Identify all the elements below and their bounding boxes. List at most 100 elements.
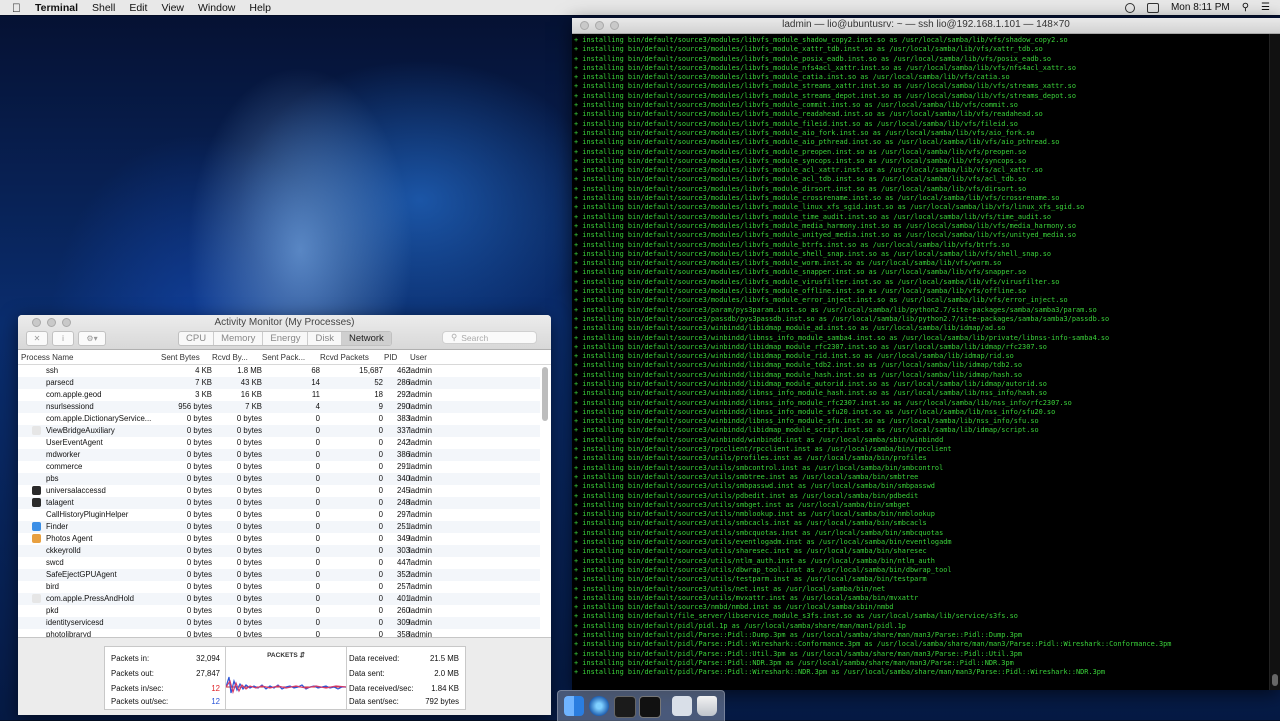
cell-rcvd: 0 bytes — [236, 462, 262, 471]
column-sent-packets[interactable]: Sent Pack... — [262, 353, 305, 362]
apple-menu-icon[interactable]:  — [12, 1, 21, 15]
table-row[interactable]: SafeEjectGPUAgent 0 bytes 0 bytes 0 0 352 ladm… — [18, 569, 540, 581]
terminal-line: + installing bin/default/file_server/lib… — [574, 612, 1018, 621]
cell-rcvd: 0 bytes — [236, 426, 262, 435]
table-row[interactable]: pkd 0 bytes 0 bytes 0 0 260 ladmin — [18, 605, 540, 617]
display-mirroring-icon[interactable] — [1146, 2, 1159, 13]
cell-user: ladmin — [409, 582, 432, 591]
trash-icon[interactable] — [697, 696, 717, 716]
dock — [557, 690, 725, 721]
terminal-line: + installing bin/default/source3/winbind… — [574, 370, 1023, 379]
tab-memory[interactable]: Memory — [214, 332, 264, 345]
process-table-scrollbar[interactable] — [542, 367, 548, 421]
downloads-stack-dock-icon[interactable] — [672, 696, 692, 716]
table-row[interactable]: parsecd 7 KB 43 KB 14 52 286 ladmin — [18, 377, 540, 389]
column-user[interactable]: User — [410, 353, 427, 362]
terminal-line: + installing bin/default/source3/utils/s… — [574, 463, 944, 472]
notification-center-icon[interactable]: ☰ — [1261, 2, 1270, 13]
cell-rcvdp: 0 — [378, 462, 383, 471]
menu-edit[interactable]: Edit — [129, 2, 147, 14]
table-row[interactable]: CallHistoryPluginHelper 0 bytes 0 bytes 0 0 2… — [18, 509, 540, 521]
table-row[interactable]: ckkeyrolld 0 bytes 0 bytes 0 0 303 ladmin — [18, 545, 540, 557]
activity-monitor-dock-icon[interactable] — [614, 696, 636, 718]
finder-dock-icon[interactable] — [564, 696, 584, 716]
search-icon: ⚲ — [451, 332, 458, 342]
clock[interactable]: Mon 8:11 PM — [1171, 2, 1230, 13]
terminal-line: + installing bin/default/source3/utils/n… — [574, 584, 886, 593]
terminal-line: + installing bin/default/source3/utils/p… — [574, 491, 919, 500]
cell-sent: 0 bytes — [186, 438, 212, 447]
tab-cpu[interactable]: CPU — [179, 332, 215, 345]
tab-disk[interactable]: Disk — [308, 332, 342, 345]
terminal-line: + installing bin/default/source3/modules… — [574, 73, 1010, 82]
table-row[interactable]: swcd 0 bytes 0 bytes 0 0 447 ladmin — [18, 557, 540, 569]
view-tabs: CPU Memory Energy Disk Network — [178, 331, 392, 346]
cell-rcvdp: 0 — [378, 426, 383, 435]
tab-network[interactable]: Network — [341, 332, 391, 345]
cell-rcvd: 0 bytes — [236, 630, 262, 637]
table-row[interactable]: com.apple.geod 3 KB 16 KB 11 18 292 ladmin — [18, 389, 540, 401]
table-row[interactable]: identityservicesd 0 bytes 0 bytes 0 0 309 ladm… — [18, 617, 540, 629]
terminal-line: + installing bin/default/source3/modules… — [574, 147, 1027, 156]
cell-sent: 0 bytes — [186, 522, 212, 531]
menu-view[interactable]: View — [161, 2, 184, 14]
cell-rcvd: 0 bytes — [236, 486, 262, 495]
packets-out-label: Packets out: — [111, 669, 154, 678]
table-row[interactable]: photolibraryd 0 bytes 0 bytes 0 0 358 ladmin — [18, 629, 540, 637]
tab-energy[interactable]: Energy — [263, 332, 309, 345]
table-row[interactable]: ssh 4 KB 1.8 MB 68 15,687 462 ladmin — [18, 365, 540, 377]
quit-process-button[interactable]: ✕ — [26, 331, 48, 346]
table-row[interactable]: pbs 0 bytes 0 bytes 0 0 340 ladmin — [18, 473, 540, 485]
terminal-scroll-thumb[interactable] — [1272, 674, 1278, 686]
terminal-line: + installing bin/default/pidl/Parse::Pid… — [574, 658, 1014, 667]
terminal-line: + installing bin/default/source3/utils/s… — [574, 528, 944, 537]
column-rcvd-bytes[interactable]: Rcvd By... — [212, 353, 248, 362]
table-row[interactable]: commerce 0 bytes 0 bytes 0 0 291 ladmin — [18, 461, 540, 473]
action-menu-button[interactable]: ⚙▾ — [78, 331, 106, 346]
cell-name: photolibraryd — [46, 630, 92, 637]
terminal-scrollbar[interactable] — [1269, 34, 1280, 690]
table-row[interactable]: ViewBridgeAuxiliary 0 bytes 0 bytes 0 0 337 la… — [18, 425, 540, 437]
table-row[interactable]: com.apple.PressAndHold 0 bytes 0 bytes 0 0 40… — [18, 593, 540, 605]
table-header: Process Name Sent Bytes Rcvd By... Sent … — [18, 350, 551, 365]
search-field[interactable]: ⚲ Search — [442, 331, 537, 344]
app-icon — [32, 522, 41, 531]
cell-name: Photos Agent — [46, 534, 93, 543]
menu-window[interactable]: Window — [198, 2, 235, 14]
cell-user: ladmin — [409, 558, 432, 567]
stop-icon: ✕ — [33, 334, 41, 343]
safari-dock-icon[interactable] — [589, 696, 609, 716]
terminal-line: + installing bin/default/source3/modules… — [574, 101, 1018, 110]
table-row[interactable]: bird 0 bytes 0 bytes 0 0 257 ladmin — [18, 581, 540, 593]
menu-shell[interactable]: Shell — [92, 2, 115, 14]
app-icon — [32, 594, 41, 603]
terminal-title-bar[interactable]: ladmin — lio@ubuntusrv: ~ — ssh lio@192.… — [572, 18, 1280, 34]
cell-rcvdp: 0 — [378, 546, 383, 555]
table-row[interactable]: Finder 0 bytes 0 bytes 0 0 251 ladmin — [18, 521, 540, 533]
column-rcvd-packets[interactable]: Rcvd Packets — [320, 353, 369, 362]
cell-rcvd: 7 KB — [245, 402, 262, 411]
terminal-dock-icon[interactable] — [639, 696, 661, 718]
record-status-icon[interactable] — [1124, 2, 1135, 13]
menu-app-terminal[interactable]: Terminal — [35, 2, 78, 14]
activity-monitor-toolbar[interactable]: Activity Monitor (My Processes) ✕ i ⚙▾ C… — [18, 315, 551, 350]
table-row[interactable]: nsurlsessiond 956 bytes 7 KB 4 9 290 ladmin — [18, 401, 540, 413]
table-row[interactable]: Photos Agent 0 bytes 0 bytes 0 0 349 ladmin — [18, 533, 540, 545]
terminal-line: + installing bin/default/source3/modules… — [574, 221, 1076, 230]
cell-user: ladmin — [409, 426, 432, 435]
terminal-output[interactable]: + installing bin/default/source3/modules… — [572, 34, 1270, 690]
column-process-name[interactable]: Process Name — [21, 353, 73, 362]
search-placeholder: Search — [461, 332, 489, 343]
column-sent-bytes[interactable]: Sent Bytes — [161, 353, 200, 362]
table-row[interactable]: UserEventAgent 0 bytes 0 bytes 0 0 242 ladmin — [18, 437, 540, 449]
table-row[interactable]: talagent 0 bytes 0 bytes 0 0 248 ladmin — [18, 497, 540, 509]
terminal-line: + installing bin/default/source3/winbind… — [574, 342, 1047, 351]
menu-help[interactable]: Help — [249, 2, 271, 14]
table-row[interactable]: com.apple.DictionaryService... 0 bytes 0 b… — [18, 413, 540, 425]
cell-sentp: 0 — [315, 522, 320, 531]
table-row[interactable]: mdworker 0 bytes 0 bytes 0 0 386 ladmin — [18, 449, 540, 461]
spotlight-search-icon[interactable]: ⚲ — [1242, 2, 1249, 13]
table-row[interactable]: universalaccessd 0 bytes 0 bytes 0 0 245 ladmi… — [18, 485, 540, 497]
column-pid[interactable]: PID — [384, 353, 397, 362]
inspect-process-button[interactable]: i — [52, 331, 74, 346]
